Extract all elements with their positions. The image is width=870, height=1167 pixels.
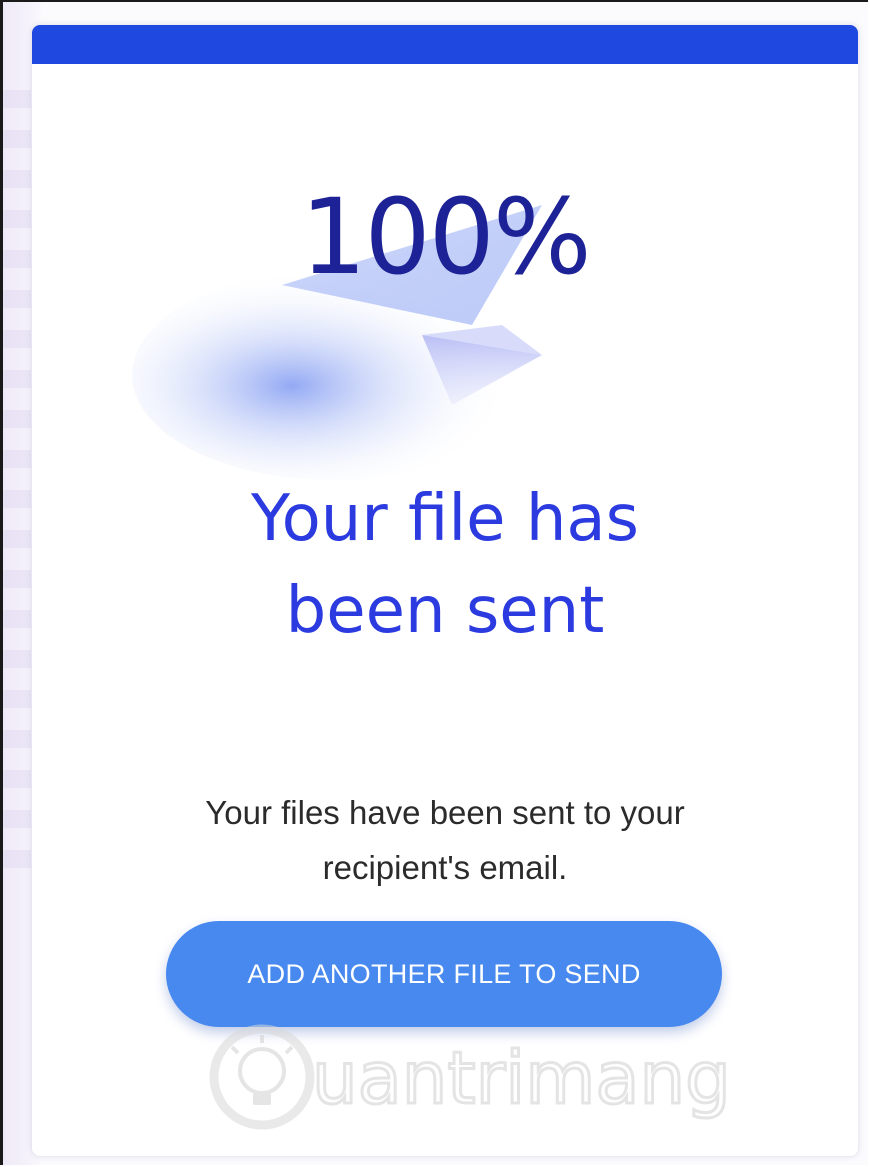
lightbulb-icon [209, 1024, 315, 1130]
watermark-logo: uantrimang [209, 1024, 732, 1130]
watermark-text: uantrimang [312, 1036, 731, 1120]
success-headline-line-1: Your file has [251, 482, 639, 556]
progress-percentage: 100% [300, 176, 591, 298]
success-headline: Your file has been sent [32, 473, 858, 657]
success-headline-line-2: been sent [285, 574, 605, 648]
upload-complete-card: 100% Your file has been sent Your files … [32, 25, 858, 1156]
card-top-bar [32, 25, 858, 64]
success-description: Your files have been sent to your recipi… [205, 794, 685, 886]
background-pattern [3, 90, 31, 890]
add-another-file-button[interactable]: ADD ANOTHER FILE TO SEND [166, 921, 722, 1027]
